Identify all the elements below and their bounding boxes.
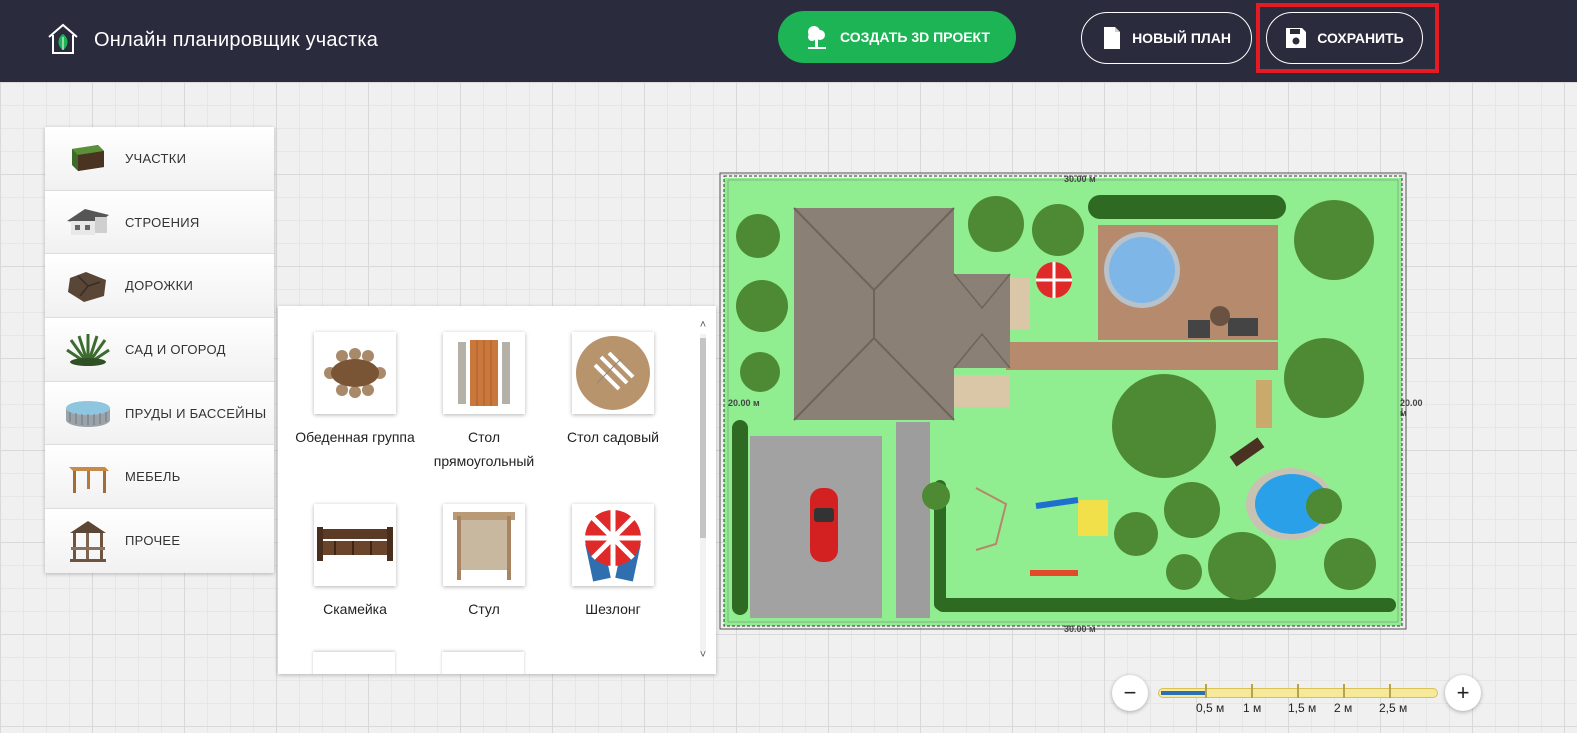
scale-label: 1,5 м <box>1288 701 1317 715</box>
new-plan-label: НОВЫЙ ПЛАН <box>1132 30 1231 46</box>
category-label: ПРУДЫ И БАССЕЙНЫ <box>125 405 267 421</box>
item-chair[interactable]: Стул <box>419 504 549 621</box>
category-furniture[interactable]: МЕБЕЛЬ <box>45 445 274 510</box>
house-icon <box>63 202 113 242</box>
scale-label: 2,5 м <box>1379 701 1408 715</box>
scale-tick <box>1343 684 1345 698</box>
document-icon <box>1104 27 1121 49</box>
category-label: САД И ОГОРОД <box>125 341 226 357</box>
paving-tile-icon <box>63 266 113 306</box>
plot-height-label-right: 20.00 м <box>1400 398 1423 418</box>
category-label: МЕБЕЛЬ <box>125 469 181 485</box>
scale-tick <box>1205 684 1207 698</box>
scale-label: 1 м <box>1243 701 1262 715</box>
rectangular-table-icon <box>443 332 525 414</box>
scale-tick <box>1389 684 1391 698</box>
category-label: УЧАСТКИ <box>125 150 187 166</box>
category-other[interactable]: ПРОЧЕЕ <box>45 509 274 573</box>
app-title: Онлайн планировщик участка <box>94 29 379 51</box>
chair-icon <box>443 504 525 586</box>
site-plan-canvas[interactable]: 30.00 м 30.00 м 20.00 м 20.00 м <box>714 170 1423 635</box>
category-ponds-pools[interactable]: ПРУДЫ И БАССЕЙНЫ <box>45 381 274 446</box>
item-garden-table[interactable]: Стол садовый <box>548 332 678 449</box>
zoom-out-button[interactable]: − <box>1112 675 1148 711</box>
category-paths[interactable]: ДОРОЖКИ <box>45 254 274 319</box>
category-buildings[interactable]: СТРОЕНИЯ <box>45 190 274 255</box>
create-3d-project-label: СОЗДАТЬ 3D ПРОЕКТ <box>840 29 990 45</box>
items-scrollbar[interactable]: ˄ ˅ <box>694 316 712 666</box>
bush-icon <box>63 329 113 369</box>
site-plan-drawing <box>719 172 1407 630</box>
plot-height-label-left: 20.00 м <box>728 398 760 408</box>
scroll-down-chevron-icon[interactable]: ˅ <box>696 648 710 662</box>
item-dining-set[interactable]: Обеденная группа <box>290 332 420 449</box>
furniture-items-panel: Обеденная группа Стол прямоугольный Стол… <box>278 306 716 674</box>
item-label: Стул <box>468 601 500 617</box>
category-label: ПРОЧЕЕ <box>125 533 181 549</box>
create-3d-project-button[interactable]: СОЗДАТЬ 3D ПРОЕКТ <box>778 11 1016 63</box>
category-label: СТРОЕНИЯ <box>125 214 200 230</box>
garden-table-icon <box>572 332 654 414</box>
item-bench[interactable]: Скамейка <box>290 504 420 621</box>
scale-tick <box>1297 684 1299 698</box>
plot-width-label-bottom: 30.00 м <box>1064 624 1096 634</box>
scale-label: 2 м <box>1334 701 1353 715</box>
item-label: Обеденная группа <box>295 429 415 445</box>
item-label: Скамейка <box>323 601 387 617</box>
category-menu: УЧАСТКИ СТРОЕНИЯ ДОРОЖКИ САД И ОГОРОД ПР… <box>45 127 274 573</box>
sunbed-icon <box>572 504 654 586</box>
item-label: Стол садовый <box>567 429 659 445</box>
category-garden[interactable]: САД И ОГОРОД <box>45 318 274 382</box>
zoom-in-button[interactable]: + <box>1445 675 1481 711</box>
item-partial-thumb[interactable] <box>313 652 395 674</box>
item-sunbed[interactable]: Шезлонг <box>548 504 678 621</box>
bench-icon <box>314 504 396 586</box>
table-icon <box>63 457 113 497</box>
grass-tile-icon <box>63 138 113 178</box>
item-rectangular-table[interactable]: Стол прямоугольный <box>419 332 549 473</box>
tree-icon <box>808 26 826 49</box>
scroll-up-chevron-icon[interactable]: ˄ <box>696 318 710 332</box>
save-highlight-frame <box>1256 3 1439 73</box>
pool-icon <box>63 393 113 433</box>
house-leaf-logo-icon <box>48 23 78 54</box>
scale-label: 0,5 м <box>1196 701 1225 715</box>
item-label: Шезлонг <box>585 601 641 617</box>
item-partial-thumb[interactable] <box>442 652 524 674</box>
top-bar: Онлайн планировщик участка СОЗДАТЬ 3D ПР… <box>0 0 1577 82</box>
gazebo-icon <box>63 520 113 562</box>
item-label: Стол прямоугольный <box>433 429 535 469</box>
category-plots[interactable]: УЧАСТКИ <box>45 127 274 191</box>
new-plan-button[interactable]: НОВЫЙ ПЛАН <box>1081 12 1252 64</box>
dining-set-icon <box>314 332 396 414</box>
category-label: ДОРОЖКИ <box>125 278 194 294</box>
scale-tick <box>1251 684 1253 698</box>
plot-width-label-top: 30.00 м <box>1064 174 1096 184</box>
scroll-thumb[interactable] <box>700 338 706 538</box>
scale-fill <box>1161 691 1205 695</box>
